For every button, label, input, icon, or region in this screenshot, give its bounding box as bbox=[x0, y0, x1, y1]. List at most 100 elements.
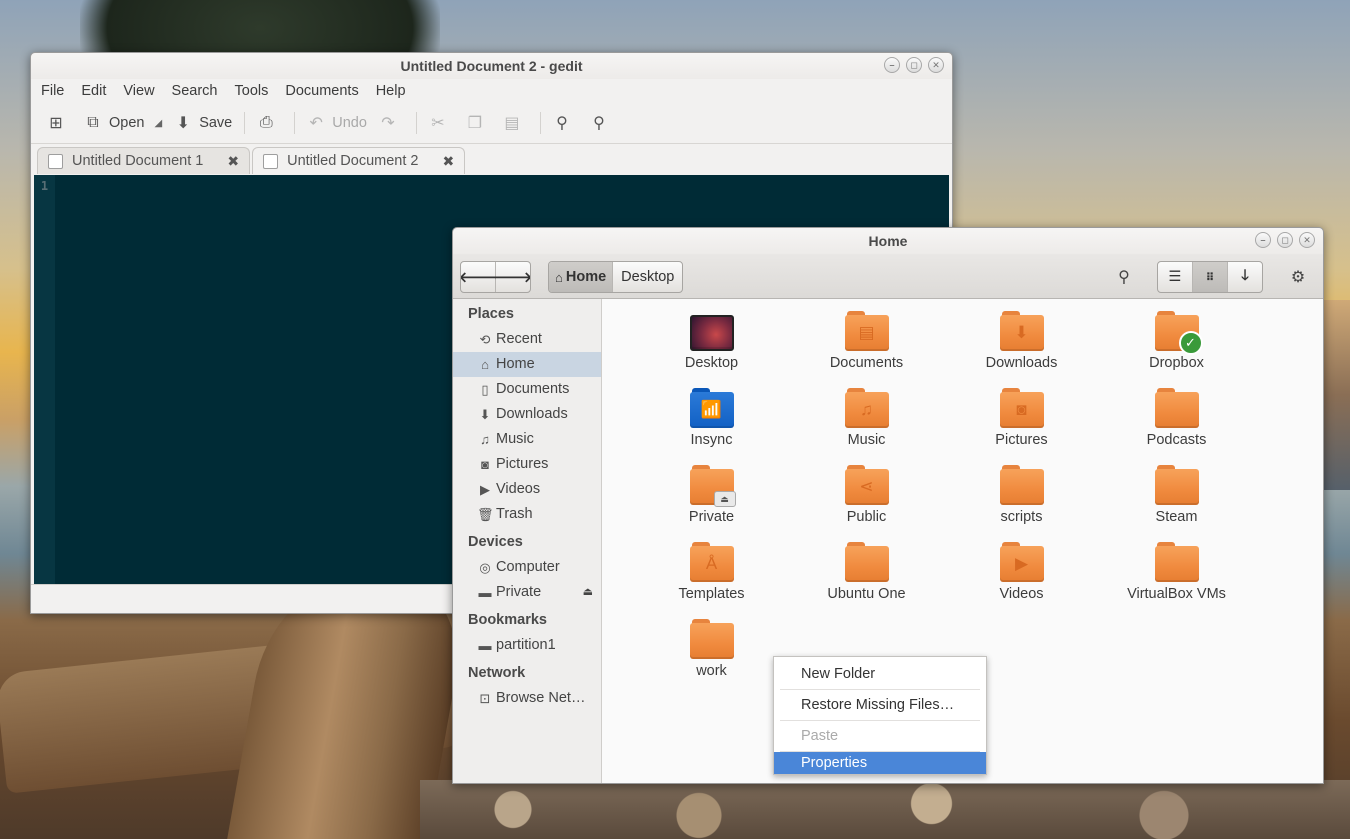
back-button[interactable]: 🡐 bbox=[461, 262, 497, 292]
sidebar-item-label: Trash bbox=[496, 506, 533, 522]
document-icon bbox=[48, 153, 63, 169]
file-item-ubuntu-one[interactable]: Ubuntu One bbox=[789, 538, 944, 615]
sidebar-item-trash[interactable]: 🗑 Trash bbox=[453, 502, 601, 527]
copy-button[interactable]: ❐ bbox=[466, 114, 491, 132]
line-number: 1 bbox=[40, 179, 49, 193]
menu-view[interactable]: View bbox=[123, 83, 154, 99]
file-item-downloads[interactable]: ⬇ Downloads bbox=[944, 307, 1099, 384]
redo-button[interactable]: ↷ bbox=[379, 114, 404, 132]
file-item-templates[interactable]: Å Templates bbox=[634, 538, 789, 615]
network-icon: ⊡ bbox=[479, 691, 491, 706]
file-item-public[interactable]: ⋖ Public bbox=[789, 461, 944, 538]
desktop-folder-icon bbox=[689, 311, 734, 351]
sidebar-item-downloads[interactable]: ⬇ Downloads bbox=[453, 402, 601, 427]
menu-search[interactable]: Search bbox=[172, 83, 218, 99]
file-item-desktop[interactable]: Desktop bbox=[634, 307, 789, 384]
path-home-button[interactable]: ⌂ Home bbox=[549, 262, 614, 292]
open-label: Open bbox=[109, 115, 145, 131]
gear-icon: ⚙ bbox=[1290, 269, 1306, 286]
eject-icon[interactable]: ⏏ bbox=[583, 580, 593, 605]
save-button[interactable]: ⬇ Save bbox=[174, 114, 232, 132]
sidebar-item-private[interactable]: ▬ Private ⏏ bbox=[453, 580, 601, 605]
undo-label: Undo bbox=[332, 115, 367, 131]
undo-button[interactable]: ↶ Undo bbox=[307, 114, 367, 132]
documents-folder-icon: ▤ bbox=[844, 311, 889, 351]
tab-untitled-document-2[interactable]: Untitled Document 2 ✖ bbox=[252, 147, 466, 174]
paste-button[interactable]: ▤ bbox=[503, 114, 528, 132]
file-manager-title: Home bbox=[868, 233, 908, 249]
file-item-work[interactable]: work bbox=[634, 615, 789, 692]
open-recent-dropdown-icon[interactable]: ◢ bbox=[154, 118, 162, 129]
file-item-videos[interactable]: ▶ Videos bbox=[944, 538, 1099, 615]
view-options-button[interactable]: 🡓 bbox=[1228, 262, 1262, 292]
close-tab-icon[interactable]: ✖ bbox=[227, 153, 239, 170]
sidebar-item-videos[interactable]: ▶ Videos bbox=[453, 477, 601, 502]
menu-item-new-folder[interactable]: New Folder bbox=[774, 659, 986, 689]
sidebar-item-documents[interactable]: ▯ Documents bbox=[453, 377, 601, 402]
file-label: Ubuntu One bbox=[827, 586, 906, 602]
places-sidebar: Places ⟲ Recent ⌂ Home ▯ Documents ⬇ Downloa… bbox=[453, 299, 602, 783]
sidebar-item-label: Videos bbox=[496, 481, 541, 497]
maximize-icon[interactable]: ◻ bbox=[1277, 232, 1293, 248]
path-desktop-button[interactable]: Desktop bbox=[613, 262, 682, 292]
print-button[interactable]: ⎙ bbox=[257, 114, 282, 132]
minimize-icon[interactable]: – bbox=[884, 57, 900, 73]
close-icon[interactable]: ✕ bbox=[928, 57, 944, 73]
copy-icon: ❐ bbox=[467, 115, 483, 132]
settings-button[interactable]: ⚙ bbox=[1281, 261, 1315, 293]
open-button[interactable]: ⧉ Open ◢ bbox=[84, 114, 162, 132]
menu-item-paste[interactable]: Paste bbox=[774, 721, 986, 751]
grid-view-button[interactable]: ⠿ bbox=[1193, 262, 1228, 292]
open-icon: ⧉ bbox=[87, 114, 99, 131]
work-folder-icon bbox=[689, 619, 734, 659]
file-item-dropbox[interactable]: ✓ Dropbox bbox=[1099, 307, 1254, 384]
close-icon[interactable]: ✕ bbox=[1299, 232, 1315, 248]
sidebar-item-recent[interactable]: ⟲ Recent bbox=[453, 327, 601, 352]
menu-item-properties[interactable]: Properties bbox=[774, 752, 986, 774]
tab-label: Untitled Document 2 bbox=[287, 153, 419, 169]
sidebar-item-partition1[interactable]: ▬ partition1 bbox=[453, 633, 601, 658]
sidebar-item-pictures[interactable]: ◙ Pictures bbox=[453, 452, 601, 477]
sidebar-header-devices: Devices bbox=[468, 534, 523, 550]
new-document-button[interactable]: ⊞ bbox=[47, 114, 72, 132]
file-item-pictures[interactable]: ◙ Pictures bbox=[944, 384, 1099, 461]
forward-button[interactable]: 🡒 bbox=[494, 262, 530, 292]
find-replace-button[interactable]: ⚲ bbox=[590, 114, 615, 132]
file-item-documents[interactable]: ▤ Documents bbox=[789, 307, 944, 384]
music-icon: ♫ bbox=[480, 432, 490, 447]
tab-untitled-document-1[interactable]: Untitled Document 1 ✖ bbox=[37, 147, 251, 174]
file-item-private[interactable]: ⏏ Private bbox=[634, 461, 789, 538]
list-view-button[interactable]: ☰ bbox=[1158, 262, 1193, 292]
file-item-virtualbox-vms[interactable]: VirtualBox VMs bbox=[1099, 538, 1254, 615]
file-item-scripts[interactable]: scripts bbox=[944, 461, 1099, 538]
file-item-steam[interactable]: Steam bbox=[1099, 461, 1254, 538]
music-folder-icon: ♫ bbox=[844, 388, 889, 428]
file-label: Music bbox=[847, 432, 886, 448]
menu-file[interactable]: File bbox=[41, 83, 64, 99]
file-label: Desktop bbox=[684, 355, 739, 371]
sidebar-item-music[interactable]: ♫ Music bbox=[453, 427, 601, 452]
sidebar-item-browse-network[interactable]: ⊡ Browse Net… bbox=[453, 686, 601, 711]
sidebar-item-computer[interactable]: ◎ Computer bbox=[453, 555, 601, 580]
menu-item-restore-missing-files[interactable]: Restore Missing Files… bbox=[774, 690, 986, 720]
file-item-music[interactable]: ♫ Music bbox=[789, 384, 944, 461]
file-item-insync[interactable]: 📶 Insync bbox=[634, 384, 789, 461]
search-button[interactable]: ⚲ bbox=[1107, 261, 1141, 293]
cut-button[interactable]: ✂ bbox=[429, 114, 454, 132]
minimize-icon[interactable]: – bbox=[1255, 232, 1271, 248]
sidebar-item-home[interactable]: ⌂ Home bbox=[453, 352, 601, 377]
menu-help[interactable]: Help bbox=[376, 83, 406, 99]
toolbar-separator bbox=[244, 112, 246, 134]
file-item-podcasts[interactable]: Podcasts bbox=[1099, 384, 1254, 461]
sidebar-item-label: Browse Net… bbox=[496, 690, 586, 706]
menu-tools[interactable]: Tools bbox=[235, 83, 269, 99]
maximize-icon[interactable]: ◻ bbox=[906, 57, 922, 73]
find-button[interactable]: ⚲ bbox=[553, 114, 578, 132]
close-tab-icon[interactable]: ✖ bbox=[442, 153, 454, 170]
file-manager-titlebar[interactable]: Home – ◻ ✕ bbox=[453, 228, 1323, 254]
gedit-titlebar[interactable]: Untitled Document 2 - gedit – ◻ ✕ bbox=[31, 53, 952, 79]
menu-edit[interactable]: Edit bbox=[81, 83, 106, 99]
sidebar-item-label: Music bbox=[496, 431, 534, 447]
menu-documents[interactable]: Documents bbox=[285, 83, 358, 99]
line-number-gutter: 1 bbox=[34, 175, 55, 584]
